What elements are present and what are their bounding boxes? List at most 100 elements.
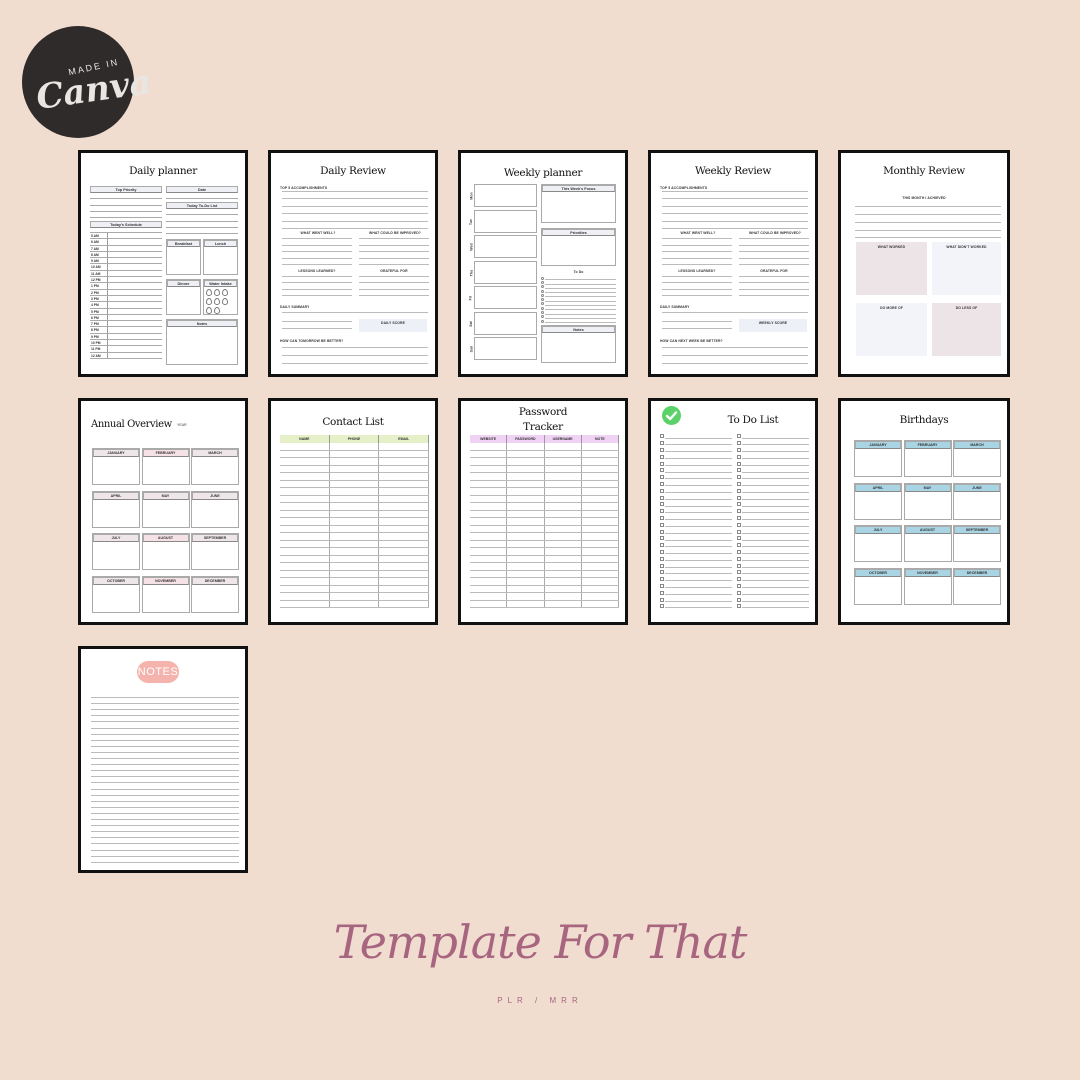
todo-item[interactable] xyxy=(660,555,732,562)
table-row[interactable] xyxy=(470,495,619,503)
todo-item[interactable] xyxy=(737,460,809,467)
todo-item[interactable] xyxy=(737,603,809,610)
checkbox[interactable] xyxy=(737,597,741,602)
todo-item[interactable] xyxy=(737,433,809,440)
checkbox[interactable] xyxy=(737,577,741,582)
checkbox[interactable] xyxy=(660,515,664,520)
todo-item[interactable] xyxy=(660,487,732,494)
table-row[interactable] xyxy=(470,450,619,458)
table-row[interactable] xyxy=(470,443,619,451)
page-annual-overview[interactable]: Annual Overview YEAR JANUARY FEBRUARY MARC… xyxy=(78,398,248,625)
checkbox[interactable] xyxy=(737,604,741,609)
table-row[interactable] xyxy=(470,540,619,548)
checkbox[interactable] xyxy=(660,536,664,541)
table-row[interactable] xyxy=(470,585,619,593)
checkbox[interactable] xyxy=(660,583,664,588)
todo-item[interactable] xyxy=(660,521,732,528)
page-birthdays[interactable]: Birthdays JANUARY FEBRUARY MARCH APRIL MAY JU… xyxy=(838,398,1010,625)
checkbox[interactable] xyxy=(737,543,741,548)
water-drop-icon[interactable] xyxy=(214,298,220,305)
checkbox[interactable] xyxy=(737,461,741,466)
checkbox[interactable] xyxy=(660,509,664,514)
table-row[interactable] xyxy=(280,578,430,586)
checkbox[interactable] xyxy=(660,549,664,554)
todo-item[interactable] xyxy=(737,528,809,535)
todo-item[interactable] xyxy=(737,447,809,454)
todo-item[interactable] xyxy=(541,315,616,319)
checkbox[interactable] xyxy=(737,454,741,459)
todo-item[interactable] xyxy=(660,603,732,610)
checkbox[interactable] xyxy=(737,529,741,534)
table-row[interactable] xyxy=(470,503,619,511)
todo-item[interactable] xyxy=(660,474,732,481)
table-row[interactable] xyxy=(470,510,619,518)
table-row[interactable] xyxy=(470,518,619,526)
checkbox[interactable] xyxy=(737,488,741,493)
checkbox[interactable] xyxy=(660,441,664,446)
checkbox[interactable] xyxy=(660,522,664,527)
table-row[interactable] xyxy=(470,525,619,533)
water-drop-icon[interactable] xyxy=(214,289,220,296)
table-row[interactable] xyxy=(470,593,619,601)
checkbox[interactable] xyxy=(541,306,544,310)
todo-item[interactable] xyxy=(737,515,809,522)
table-row[interactable] xyxy=(470,533,619,541)
table-row[interactable] xyxy=(470,473,619,481)
page-daily-review[interactable]: Daily Review TOP 5 ACCOMPLISHMENTS WHAT … xyxy=(268,150,438,377)
todo-item[interactable] xyxy=(660,576,732,583)
page-weekly-planner[interactable]: Weekly planner Mon Tue Wed Thu Fri Sat Sun Thi… xyxy=(458,150,628,377)
todo-item[interactable] xyxy=(737,535,809,542)
todo-item[interactable] xyxy=(541,310,616,315)
table-row[interactable] xyxy=(280,503,430,511)
checkbox[interactable] xyxy=(660,570,664,575)
water-drop-icon[interactable] xyxy=(222,298,228,305)
page-contact-list[interactable]: Contact List NAME PHONE EMAIL xyxy=(268,398,438,625)
todo-item[interactable] xyxy=(737,440,809,447)
table-row[interactable] xyxy=(470,555,619,563)
todo-item[interactable] xyxy=(737,569,809,576)
table-row[interactable] xyxy=(470,465,619,473)
checkbox[interactable] xyxy=(737,570,741,575)
todo-item[interactable] xyxy=(737,521,809,528)
table-row[interactable] xyxy=(280,600,430,608)
checkbox[interactable] xyxy=(737,515,741,520)
table-row[interactable] xyxy=(280,443,430,451)
water-drop-icon[interactable] xyxy=(206,289,212,296)
todo-item[interactable] xyxy=(737,481,809,488)
todo-item[interactable] xyxy=(737,494,809,501)
checkbox[interactable] xyxy=(660,434,664,439)
todo-item[interactable] xyxy=(737,589,809,596)
water-drop-icon[interactable] xyxy=(206,298,212,305)
page-notes[interactable]: NOTES xyxy=(78,646,248,873)
checkbox[interactable] xyxy=(737,549,741,554)
checkbox[interactable] xyxy=(660,454,664,459)
checkbox[interactable] xyxy=(660,495,664,500)
page-password-tracker[interactable]: Password Tracker WEBSITE PASSWORD USERNAME… xyxy=(458,398,628,625)
table-row[interactable] xyxy=(280,480,430,488)
checkbox[interactable] xyxy=(660,488,664,493)
water-drop-icon[interactable] xyxy=(222,289,228,296)
table-row[interactable] xyxy=(280,465,430,473)
todo-item[interactable] xyxy=(660,433,732,440)
table-row[interactable] xyxy=(280,495,430,503)
todo-item[interactable] xyxy=(660,562,732,569)
todo-item[interactable] xyxy=(541,280,616,285)
todo-item[interactable] xyxy=(737,576,809,583)
table-row[interactable] xyxy=(280,570,430,578)
page-todo-list[interactable]: To Do List xyxy=(648,398,818,625)
water-drop-icon[interactable] xyxy=(206,307,212,314)
todo-item[interactable] xyxy=(660,494,732,501)
todo-item[interactable] xyxy=(660,528,732,535)
todo-item[interactable] xyxy=(660,508,732,515)
checkbox[interactable] xyxy=(541,285,544,289)
water-drop-icon[interactable] xyxy=(214,307,220,314)
todo-item[interactable] xyxy=(660,501,732,508)
todo-item[interactable] xyxy=(737,542,809,549)
checkbox[interactable] xyxy=(737,434,741,439)
checkbox[interactable] xyxy=(660,447,664,452)
todo-item[interactable] xyxy=(541,276,616,280)
todo-item[interactable] xyxy=(660,440,732,447)
checkbox[interactable] xyxy=(660,529,664,534)
table-row[interactable] xyxy=(280,473,430,481)
table-row[interactable] xyxy=(470,488,619,496)
